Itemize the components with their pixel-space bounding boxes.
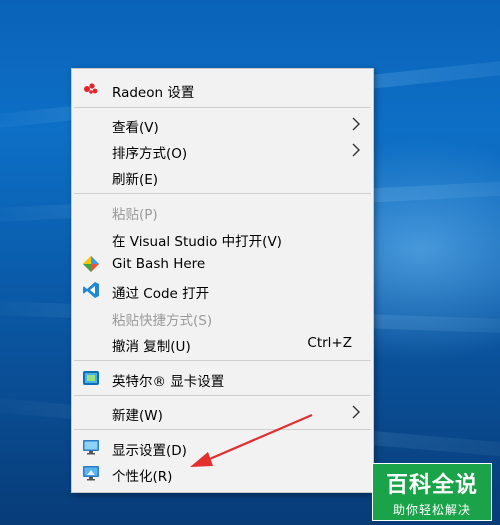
- menu-item-sort-by[interactable]: 排序方式(O): [72, 137, 373, 163]
- context-menu: Radeon 设置 查看(V) 排序方式(O) 刷新(E) 粘贴(P) 在 Vi…: [71, 68, 374, 493]
- menu-item-label: 显示设置(D): [112, 443, 187, 459]
- menu-item-paste: 粘贴(P): [72, 198, 373, 224]
- chevron-right-icon: [349, 140, 363, 160]
- menu-item-view[interactable]: 查看(V): [72, 111, 373, 137]
- display-icon: [82, 438, 100, 456]
- watermark-subtitle: 助你轻松解决: [392, 503, 471, 517]
- menu-item-undo-copy[interactable]: 撤消 复制(U) Ctrl+Z: [72, 330, 373, 356]
- watermark-title: 百科全说: [385, 473, 478, 498]
- menu-item-label: Git Bash Here: [112, 256, 206, 272]
- menu-item-label: 新建(W): [112, 408, 163, 424]
- menu-item-label: 个性化(R): [112, 469, 173, 485]
- menu-separator: [74, 429, 371, 430]
- vscode-icon: [82, 281, 100, 299]
- git-icon: [82, 255, 100, 273]
- menu-item-personalize[interactable]: 个性化(R): [72, 460, 373, 486]
- menu-item-new[interactable]: 新建(W): [72, 399, 373, 425]
- intel-graphics-icon: [82, 369, 100, 387]
- menu-item-intel-graphics-settings[interactable]: 英特尔® 显卡设置: [72, 365, 373, 391]
- chevron-right-icon: [349, 114, 363, 134]
- menu-separator: [74, 193, 371, 194]
- menu-item-refresh[interactable]: 刷新(E): [72, 163, 373, 189]
- menu-separator: [74, 107, 371, 108]
- menu-item-label: 刷新(E): [112, 172, 159, 188]
- menu-item-open-in-visual-studio[interactable]: 在 Visual Studio 中打开(V): [72, 225, 373, 251]
- menu-item-label: 粘贴(P): [112, 207, 158, 223]
- menu-item-label: 通过 Code 打开: [112, 286, 210, 302]
- personalize-icon: [82, 464, 100, 482]
- menu-item-label: 排序方式(O): [112, 146, 188, 162]
- shortcut-label: Ctrl+Z: [307, 335, 352, 351]
- menu-item-open-with-code[interactable]: 通过 Code 打开: [72, 277, 373, 303]
- menu-item-label: Radeon 设置: [112, 85, 195, 101]
- menu-separator: [74, 360, 371, 361]
- watermark-logo: 百科全说 助你轻松解决: [372, 463, 492, 521]
- menu-item-label: 撤消 复制(U): [112, 339, 191, 355]
- chevron-right-icon: [349, 402, 363, 422]
- menu-item-radeon-settings[interactable]: Radeon 设置: [72, 76, 373, 102]
- menu-item-label: 查看(V): [112, 120, 159, 136]
- menu-item-git-bash-here[interactable]: Git Bash Here: [72, 251, 373, 277]
- menu-item-label: 在 Visual Studio 中打开(V): [112, 234, 282, 250]
- radeon-icon: [82, 80, 100, 98]
- menu-item-paste-shortcut: 粘贴快捷方式(S): [72, 304, 373, 330]
- menu-item-label: 英特尔® 显卡设置: [112, 374, 225, 390]
- menu-item-label: 粘贴快捷方式(S): [112, 313, 213, 329]
- menu-item-display-settings[interactable]: 显示设置(D): [72, 434, 373, 460]
- menu-separator: [74, 395, 371, 396]
